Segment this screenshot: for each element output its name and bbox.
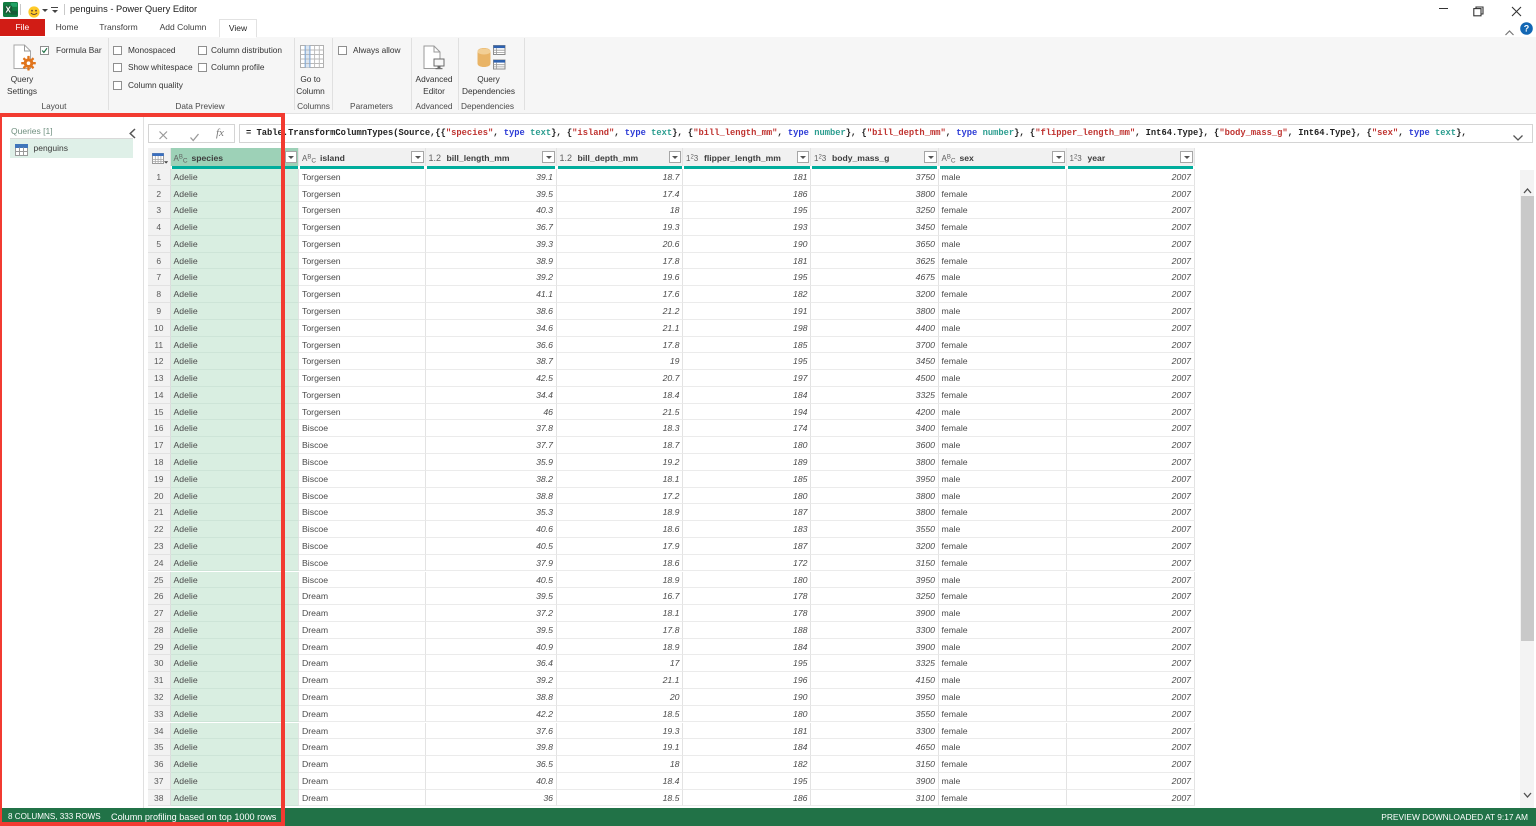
svg-text:X: X [6, 5, 12, 14]
svg-text:?: ? [1524, 23, 1530, 33]
